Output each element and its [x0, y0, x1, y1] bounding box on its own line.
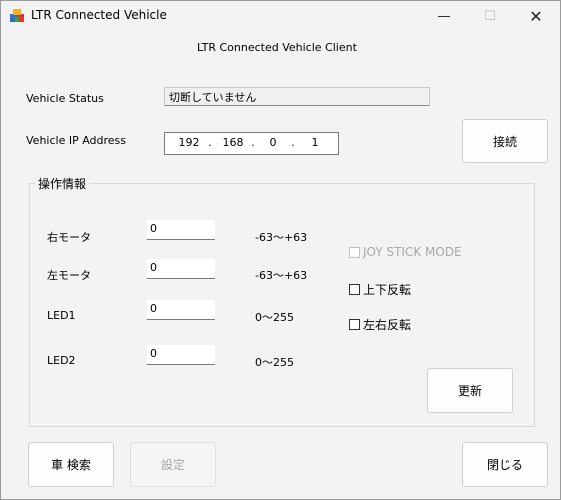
search-vehicle-button[interactable]: 車 検索: [28, 442, 114, 487]
vehicle-status-label: Vehicle Status: [26, 92, 104, 105]
ip-octet-4[interactable]: 1: [301, 136, 329, 149]
close-button[interactable]: 閉じる: [462, 442, 548, 487]
led1-label: LED1: [47, 309, 76, 322]
led1-input[interactable]: 0: [147, 300, 215, 320]
vehicle-status-value: 切断していません: [169, 91, 257, 104]
maximize-button[interactable]: ☐: [467, 1, 513, 31]
led2-range: 0～255: [255, 356, 294, 369]
window-title: LTR Connected Vehicle: [31, 8, 167, 22]
title-bar: LTR Connected Vehicle — ☐ ✕: [1, 1, 560, 31]
minimize-button[interactable]: —: [421, 1, 467, 31]
right-motor-label: 右モータ: [47, 231, 91, 244]
joystick-mode-checkbox: JOY STICK MODE: [349, 245, 462, 259]
flip-leftright-label: 左右反転: [363, 318, 412, 332]
checkbox-box[interactable]: [349, 319, 360, 330]
ip-octet-2[interactable]: 168: [219, 136, 247, 149]
ip-address-input[interactable]: 192 . 168 . 0 . 1: [164, 132, 339, 155]
update-button[interactable]: 更新: [427, 368, 513, 413]
ip-separator: .: [291, 136, 295, 149]
flip-updown-checkbox[interactable]: 上下反転: [349, 281, 411, 298]
ip-octet-3[interactable]: 0: [259, 136, 287, 149]
joystick-mode-label: JOY STICK MODE: [363, 245, 462, 259]
client-heading: LTR Connected Vehicle Client: [197, 41, 357, 54]
flip-leftright-checkbox[interactable]: 左右反転: [349, 316, 411, 333]
checkbox-box[interactable]: [349, 284, 360, 295]
checkbox-box: [349, 246, 360, 258]
vehicle-status-field: 切断していません: [164, 87, 430, 106]
app-cube-icon: [10, 9, 24, 22]
left-motor-input[interactable]: 0: [147, 259, 215, 279]
right-motor-input[interactable]: 0: [147, 220, 215, 240]
app-window: LTR Connected Vehicle — ☐ ✕ LTR Connecte…: [0, 0, 561, 500]
left-motor-label: 左モータ: [47, 269, 91, 282]
vehicle-ip-label: Vehicle IP Address: [26, 134, 127, 147]
ip-octet-1[interactable]: 192: [175, 136, 203, 149]
connect-button[interactable]: 接続: [462, 119, 548, 163]
ip-separator: .: [208, 136, 212, 149]
flip-updown-label: 上下反転: [363, 283, 412, 297]
right-motor-range: -63～+63: [255, 231, 308, 244]
settings-button: 設定: [130, 442, 216, 487]
led2-label: LED2: [47, 354, 76, 367]
minimize-icon: —: [437, 8, 451, 24]
ip-separator: .: [251, 136, 255, 149]
left-motor-range: -63～+63: [255, 269, 308, 282]
close-icon: ✕: [529, 6, 543, 26]
maximize-icon: ☐: [484, 8, 496, 24]
led1-range: 0～255: [255, 311, 294, 324]
operation-info-title: 操作情報: [35, 175, 90, 192]
led2-input[interactable]: 0: [147, 345, 215, 365]
close-window-button[interactable]: ✕: [513, 1, 559, 31]
